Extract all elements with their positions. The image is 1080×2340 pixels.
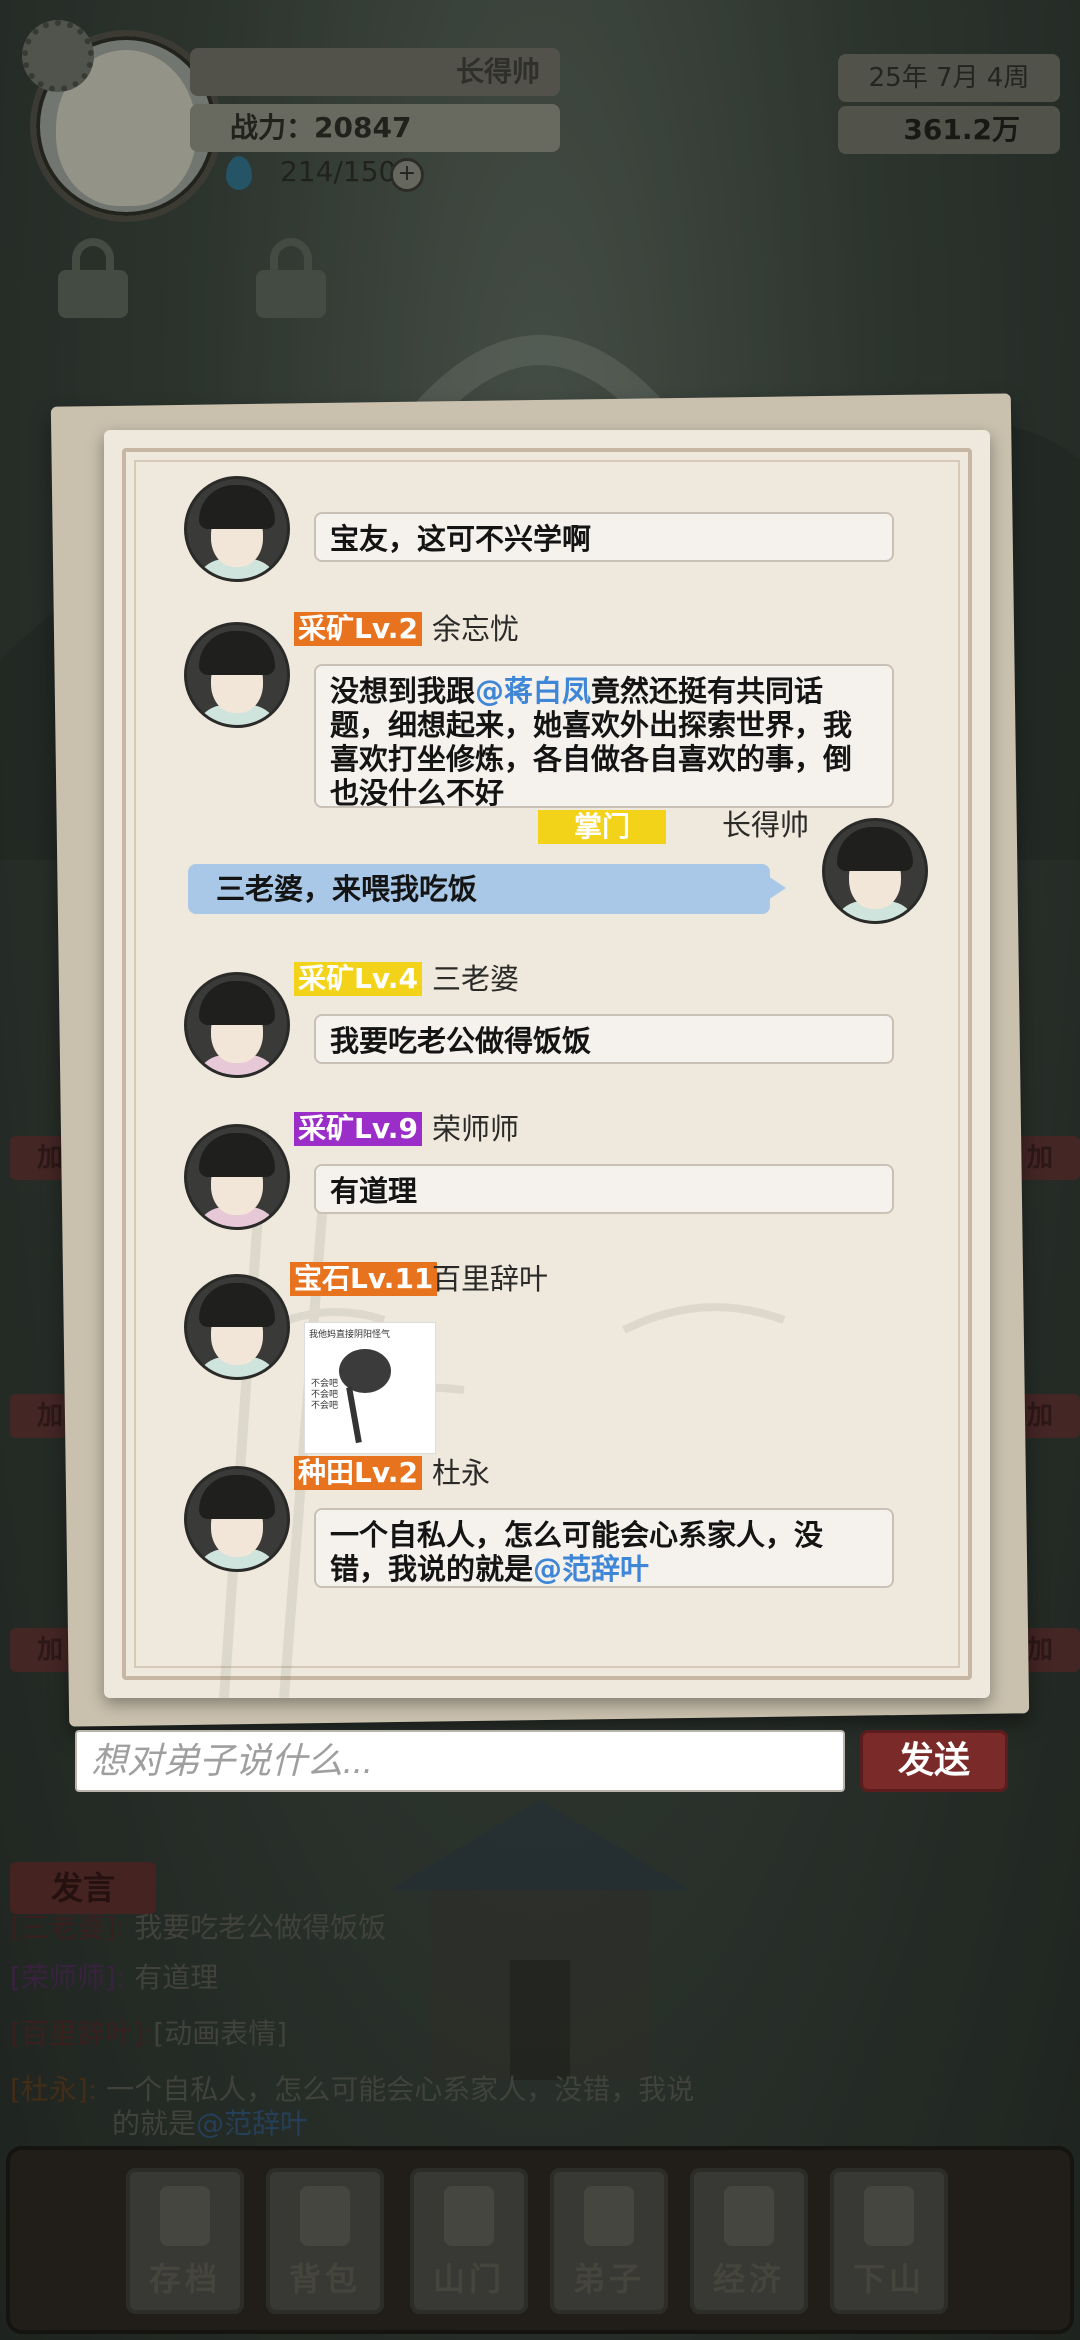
mention-link[interactable]: @范辞叶 — [533, 1552, 649, 1586]
sender-name: 余忘忧 — [432, 612, 520, 646]
avatar[interactable] — [184, 972, 290, 1078]
role-level-tag: 采矿Lv.9 — [294, 1112, 422, 1146]
message-bubble: 一个自私人，怎么可能会心系家人，没错，我说的就是@范辞叶 — [314, 1508, 894, 1588]
role-level-tag: 采矿Lv.4 — [294, 962, 422, 996]
avatar[interactable] — [184, 622, 290, 728]
message-bubble: 有道理 — [314, 1164, 894, 1214]
role-level-tag: 种田Lv.2 — [294, 1456, 422, 1490]
send-button[interactable]: 发送 — [860, 1730, 1008, 1792]
sticker-face — [339, 1349, 391, 1393]
message-bubble: 宝友，这可不兴学啊 — [314, 512, 894, 562]
mention-link[interactable]: @蒋白凤 — [475, 674, 591, 708]
message-bubble: 我要吃老公做得饭饭 — [314, 1014, 894, 1064]
sender-name: 三老婆 — [432, 962, 520, 996]
avatar[interactable] — [184, 1274, 290, 1380]
avatar[interactable] — [184, 476, 290, 582]
message-text: 没想到我跟 — [330, 674, 476, 708]
message-bubble: 没想到我跟@蒋白凤竟然还挺有共同话题，细想起来，她喜欢外出探索世界，我喜欢打坐修… — [314, 664, 894, 810]
role-level-tag: 采矿Lv.2 — [294, 612, 422, 646]
sender-name: 长得帅 — [722, 808, 810, 842]
sticker-caption: 我他妈直接阴阳怪气 — [309, 1330, 391, 1340]
my-message-bubble: 三老婆，来喂我吃饭 — [188, 864, 786, 914]
sticker-subtext: 不会吧 不会吧 不会吧 — [311, 1379, 339, 1411]
sender-name: 百里辞叶 — [432, 1262, 549, 1296]
sticker-stick-figure — [346, 1386, 362, 1444]
avatar[interactable] — [184, 1124, 290, 1230]
sender-name: 荣师师 — [432, 1112, 520, 1146]
role-level-tag: 宝石Lv.11 — [290, 1262, 438, 1296]
sender-name: 杜永 — [432, 1456, 491, 1490]
chat-input[interactable]: 想对弟子说什么... — [75, 1730, 845, 1792]
avatar[interactable] — [184, 1466, 290, 1572]
avatar[interactable] — [822, 818, 928, 924]
meme-sticker[interactable]: 我他妈直接阴阳怪气 不会吧 不会吧 不会吧 — [304, 1322, 436, 1454]
role-tag: 掌门 — [538, 810, 666, 844]
